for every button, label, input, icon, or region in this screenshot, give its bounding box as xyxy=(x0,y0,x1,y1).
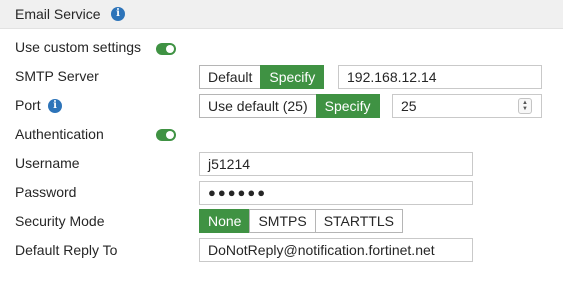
custom-settings-toggle[interactable] xyxy=(156,43,176,55)
port-label: Port xyxy=(15,97,41,113)
authentication-label: Authentication xyxy=(15,126,104,142)
info-icon[interactable]: i xyxy=(111,7,125,21)
custom-settings-label: Use custom settings xyxy=(15,39,142,55)
port-use-default-button[interactable]: Use default (25) xyxy=(199,94,317,118)
port-value: 25 xyxy=(401,98,417,114)
smtp-default-button[interactable]: Default xyxy=(199,65,262,89)
smtp-server-input[interactable]: 192.168.12.14 xyxy=(338,65,542,89)
security-mode-label: Security Mode xyxy=(15,213,105,229)
smtp-server-label: SMTP Server xyxy=(15,68,99,84)
port-stepper-icon[interactable]: ▲ ▼ xyxy=(518,98,532,114)
port-specify-button[interactable]: Specify xyxy=(315,94,380,118)
security-mode-selector: None SMTPS STARTTLS xyxy=(199,209,403,233)
username-label: Username xyxy=(15,155,80,171)
security-smtps-button[interactable]: SMTPS xyxy=(249,209,316,233)
authentication-toggle[interactable] xyxy=(156,129,176,141)
default-reply-to-input[interactable]: DoNotReply@notification.fortinet.net xyxy=(199,238,473,262)
default-reply-to-label: Default Reply To xyxy=(15,242,118,258)
section-header: Email Service i xyxy=(0,0,563,29)
section-title: Email Service xyxy=(15,6,101,22)
security-none-button[interactable]: None xyxy=(199,209,251,233)
username-input[interactable]: j51214 xyxy=(199,152,473,176)
password-label: Password xyxy=(15,184,77,200)
smtp-specify-button[interactable]: Specify xyxy=(260,65,325,89)
security-starttls-button[interactable]: STARTTLS xyxy=(314,209,403,233)
password-input[interactable]: ●●●●●● xyxy=(199,181,473,205)
smtp-server-mode-selector: Default Specify xyxy=(199,65,325,89)
port-info-icon[interactable]: i xyxy=(48,99,62,113)
port-mode-selector: Use default (25) Specify xyxy=(199,94,380,118)
